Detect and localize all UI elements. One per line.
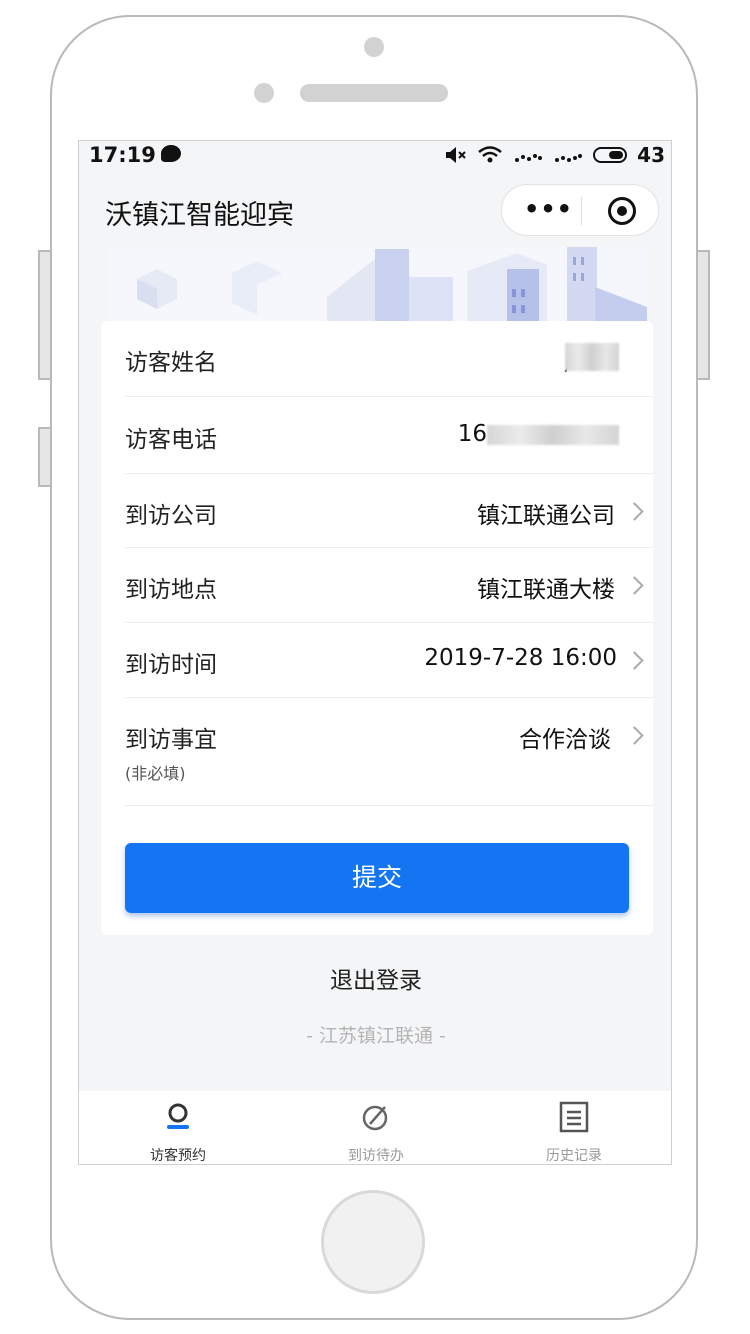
bottom-tab-bar: 访客预约 到访待办 历史记录 <box>79 1091 671 1164</box>
power-button <box>696 250 710 380</box>
chevron-right-icon <box>625 651 644 670</box>
status-indicators: 43 <box>445 143 665 167</box>
tab-history[interactable]: 历史记录 <box>475 1091 671 1164</box>
visitor-phone-label: 访客电话 <box>125 427 217 453</box>
visit-location-label: 到访地点 <box>125 577 217 603</box>
status-time: 17:19 <box>89 143 156 167</box>
mute-icon <box>446 147 466 163</box>
visit-time-value: 2019-7-28 16:00 <box>424 645 617 671</box>
proximity-sensor <box>254 83 274 103</box>
chevron-right-icon <box>625 576 644 595</box>
chevron-right-icon <box>625 502 644 521</box>
redacted-name-mask <box>565 343 619 371</box>
tab-label: 历史记录 <box>546 1148 602 1164</box>
navigation-bar: 沃镇江智能迎宾 ••• <box>79 181 671 241</box>
mute-switch <box>38 250 52 380</box>
redacted-phone-mask <box>487 425 619 445</box>
earpiece-speaker <box>300 84 448 102</box>
home-button[interactable] <box>321 1190 425 1294</box>
close-miniprogram-icon[interactable] <box>608 197 636 225</box>
list-icon <box>559 1101 589 1133</box>
page-title: 沃镇江智能迎宾 <box>105 200 294 231</box>
form-row-visit-location[interactable]: 到访地点 镇江联通大楼 <box>125 548 653 623</box>
form-row-visit-company[interactable]: 到访公司 镇江联通公司 <box>125 474 653 548</box>
visitor-form-card: 访客姓名 严 访客电话 16 到访公司 镇江联通公司 到访地点 镇江联通大楼 到… <box>101 321 653 935</box>
submit-button[interactable]: 提交 <box>125 843 629 913</box>
tab-label: 访客预约 <box>150 1148 206 1164</box>
tab-label: 到访待办 <box>348 1148 404 1164</box>
optional-hint: (非必填) <box>125 764 186 783</box>
tab-visitor-booking[interactable]: 访客预约 <box>79 1091 277 1164</box>
visit-location-value: 镇江联通大楼 <box>477 577 615 603</box>
visit-company-value: 镇江联通公司 <box>477 503 615 529</box>
compass-icon <box>362 1105 388 1131</box>
cellular-signal-2-icon <box>555 154 583 162</box>
front-camera <box>364 37 384 57</box>
miniprogram-capsule: ••• <box>501 184 659 236</box>
form-row-visit-purpose[interactable]: 到访事宜 (非必填) 合作洽谈 <box>125 698 653 806</box>
app-screen: 17:19 43 沃镇江智能迎宾 ••• 访客姓名 访客电话 16 到访公司 镇… <box>78 140 672 1165</box>
form-row-visitor-name[interactable]: 访客姓名 严 <box>125 321 653 397</box>
cellular-signal-icon <box>515 154 543 162</box>
form-row-visit-time[interactable]: 到访时间 2019-7-28 16:00 <box>125 623 653 698</box>
visitor-phone-value: 16 <box>457 421 487 447</box>
visit-time-label: 到访时间 <box>125 652 217 678</box>
wifi-icon <box>478 146 502 163</box>
status-bar: 17:19 43 <box>79 141 671 171</box>
battery-level: 43 <box>637 143 665 167</box>
visit-purpose-value: 合作洽谈 <box>519 727 611 753</box>
visitor-name-label: 访客姓名 <box>125 350 217 376</box>
visit-purpose-label: 到访事宜 <box>125 727 217 753</box>
chevron-right-icon <box>625 726 644 745</box>
volume-button <box>38 427 52 487</box>
battery-icon <box>593 147 628 163</box>
more-menu-button[interactable]: ••• <box>524 195 573 223</box>
tab-pending-visits[interactable]: 到访待办 <box>277 1091 475 1164</box>
person-icon <box>167 1103 189 1129</box>
footer-brand-note: - 江苏镇江联通 - <box>306 1025 446 1047</box>
logout-link[interactable]: 退出登录 <box>79 961 671 995</box>
message-notification-icon <box>161 145 181 162</box>
visit-company-label: 到访公司 <box>125 503 217 529</box>
form-row-visitor-phone[interactable]: 访客电话 16 <box>125 397 653 474</box>
banner-illustration <box>107 247 647 327</box>
capsule-divider <box>581 197 582 225</box>
city-buildings-illustration <box>137 247 647 327</box>
